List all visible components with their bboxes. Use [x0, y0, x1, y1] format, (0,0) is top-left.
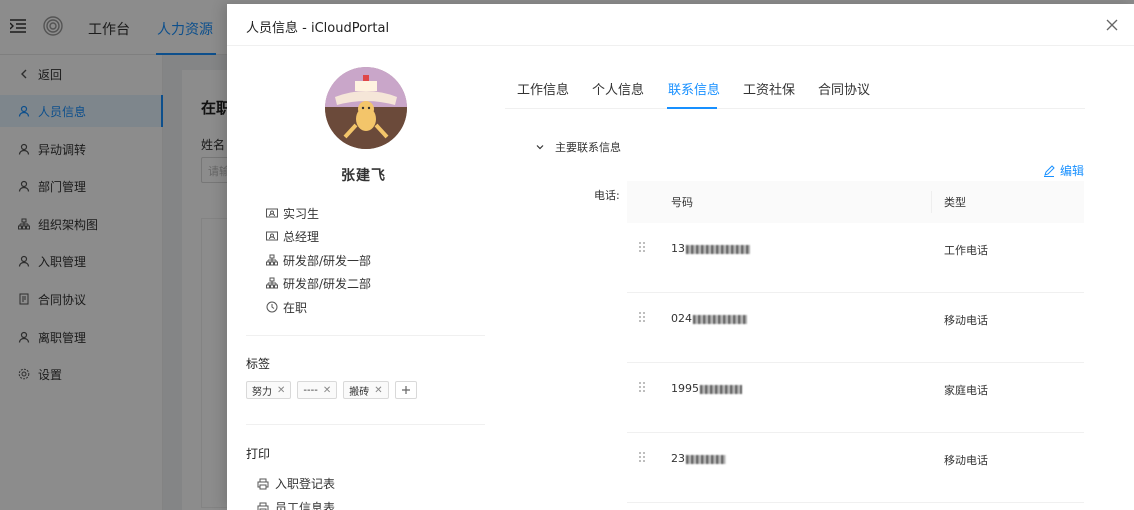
- section-title: 主要联系信息: [555, 141, 621, 154]
- tabs-divider: [505, 108, 1085, 109]
- employee-name: 张建飞: [341, 168, 386, 184]
- phone-number-cell: 1995: [671, 382, 742, 395]
- print-entry-form-link[interactable]: 入职登记表: [257, 475, 335, 492]
- chevron-down-icon: [535, 142, 545, 152]
- drag-handle-icon[interactable]: [638, 241, 646, 253]
- employee-info-text: 实习生: [283, 206, 320, 221]
- column-header-number: 号码: [671, 196, 693, 209]
- tab-active-indicator: [667, 107, 717, 109]
- tab-personal-info[interactable]: 个人信息: [592, 79, 644, 98]
- drag-handle-icon[interactable]: [638, 451, 646, 463]
- employee-info-row: 在职: [266, 299, 307, 315]
- close-icon[interactable]: ✕: [277, 385, 285, 396]
- drawer-header: 人员信息 - iCloudPortal: [227, 4, 1134, 46]
- divider: [246, 424, 485, 425]
- phone-number-visible: 024: [671, 312, 692, 325]
- tag: 努力 ✕: [246, 381, 292, 399]
- phone-number-visible: 1995: [671, 382, 699, 395]
- drag-handle-icon[interactable]: [638, 381, 646, 393]
- redacted-digits: [700, 384, 742, 394]
- primary-contact-collapse[interactable]: 主要联系信息: [535, 139, 621, 155]
- tab-salary-social[interactable]: 工资社保: [743, 79, 795, 98]
- phone-number-cell: 23: [671, 452, 726, 465]
- phone-label: 电话:: [594, 189, 620, 202]
- printer-icon: [257, 478, 269, 490]
- close-icon[interactable]: [1105, 18, 1119, 32]
- employee-info-text: 总经理: [283, 229, 320, 244]
- phone-number-visible: 23: [671, 452, 685, 465]
- print-item-label: 入职登记表: [275, 477, 336, 491]
- edit-button[interactable]: 编辑: [1043, 162, 1084, 179]
- divider: [246, 335, 485, 336]
- phone-type-cell: 移动电话: [944, 314, 988, 327]
- employee-info-text: 研发部/研发二部: [283, 276, 372, 291]
- phone-type-cell: 移动电话: [944, 454, 988, 467]
- tag-list: 努力 ✕ ---- ✕ 搬砖 ✕: [246, 381, 417, 399]
- employee-info-drawer: 人员信息 - iCloudPortal 张建飞 实习生 总经理 研发部/研发一部: [227, 4, 1134, 510]
- table-row: 13 工作电话: [627, 223, 1084, 293]
- drag-handle-icon[interactable]: [638, 311, 646, 323]
- add-tag-button[interactable]: [394, 381, 417, 399]
- employee-info-row: 总经理: [266, 228, 319, 244]
- phone-number-cell: 024: [671, 312, 747, 325]
- org-chart-icon: [266, 254, 278, 266]
- tags-section-title: 标签: [246, 357, 271, 371]
- employee-info-row: 研发部/研发二部: [266, 275, 371, 291]
- phone-number-cell: 13: [671, 242, 750, 255]
- phone-type-cell: 家庭电话: [944, 384, 988, 397]
- print-item-label: 员工信息表: [275, 501, 336, 510]
- column-separator: [931, 191, 932, 213]
- plus-icon: [401, 386, 410, 394]
- tag: 搬砖 ✕: [343, 381, 389, 399]
- table-row: 1995 家庭电话: [627, 363, 1084, 433]
- employee-info-text: 在职: [283, 300, 308, 315]
- id-card-icon: [266, 230, 278, 242]
- tab-contact-info[interactable]: 联系信息: [668, 79, 720, 98]
- redacted-digits: [686, 244, 750, 254]
- tag-label: ----: [303, 384, 318, 396]
- table-row: 024 移动电话: [627, 293, 1084, 363]
- redacted-digits: [686, 454, 726, 464]
- column-header-type: 类型: [944, 196, 966, 209]
- phone-type-cell: 工作电话: [944, 244, 988, 257]
- org-chart-icon: [266, 277, 278, 289]
- edit-label: 编辑: [1060, 164, 1085, 178]
- print-section-title: 打印: [246, 447, 271, 461]
- tag-label: 努力: [252, 386, 272, 398]
- id-card-icon: [266, 207, 278, 219]
- employee-info-row: 实习生: [266, 205, 319, 221]
- table-row: 23 移动电话: [627, 433, 1084, 503]
- tab-work-info[interactable]: 工作信息: [517, 79, 569, 98]
- drawer-title: 人员信息 - iCloudPortal: [246, 21, 390, 36]
- print-employee-info-link[interactable]: 员工信息表: [257, 499, 335, 510]
- avatar[interactable]: [325, 67, 407, 149]
- printer-icon: [257, 502, 269, 510]
- phone-number-visible: 13: [671, 242, 685, 255]
- tab-contracts[interactable]: 合同协议: [818, 79, 870, 98]
- close-icon[interactable]: ✕: [323, 385, 331, 396]
- table-header: 号码 类型: [627, 181, 1084, 223]
- edit-icon: [1043, 164, 1055, 177]
- redacted-digits: [693, 314, 747, 324]
- clock-icon: [266, 301, 278, 313]
- employee-info-row: 研发部/研发一部: [266, 252, 371, 268]
- tag-label: 搬砖: [349, 386, 370, 398]
- close-icon[interactable]: ✕: [374, 385, 382, 396]
- employee-info-text: 研发部/研发一部: [283, 253, 372, 268]
- tag: ---- ✕: [297, 381, 338, 399]
